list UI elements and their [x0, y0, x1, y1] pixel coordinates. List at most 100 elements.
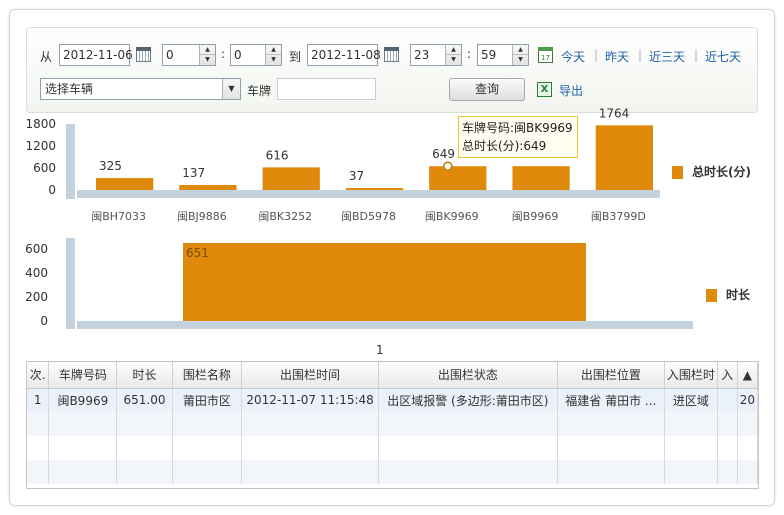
- chart1-x-tick-label: 闽B3799D: [591, 210, 646, 223]
- chart1-data-label: 649: [432, 147, 455, 161]
- pager-page-number[interactable]: 1: [376, 343, 384, 357]
- table-cell: 福建省 莆田市 ...: [557, 388, 665, 412]
- chart1-y-tick-label: 1800: [25, 117, 56, 131]
- chart2-y-tick-label: 400: [25, 266, 48, 280]
- empty-cell: [664, 460, 718, 484]
- chart-tooltip: 车牌号码:闽BK9969 总时长(分):649: [458, 116, 578, 158]
- table-cell: 20: [737, 388, 758, 412]
- chart1-legend: 总时长(分): [672, 163, 751, 180]
- column-header[interactable]: 车牌号码: [48, 362, 118, 389]
- empty-cell: [378, 412, 558, 436]
- empty-cell: [48, 460, 118, 484]
- column-header[interactable]: ▲: [737, 362, 758, 389]
- empty-cell: [241, 460, 379, 484]
- empty-cell: [717, 436, 738, 460]
- chart1-x-tick-label: 闽BJ9886: [177, 210, 227, 223]
- chart2-legend: 时长: [706, 286, 750, 303]
- column-header[interactable]: 入: [717, 362, 738, 389]
- table-cell: 闽B9969: [48, 388, 118, 412]
- empty-cell: [27, 412, 50, 436]
- table-row[interactable]: 1 闽B9969 651.00 莆田市区 2012-11-07 11:15:48 出区域报…: [27, 388, 758, 412]
- chart2-y-axis: [66, 238, 75, 329]
- empty-row: [27, 460, 758, 484]
- chart1-bar: [96, 178, 154, 190]
- table-cell: 出区域报警 (多边形:莆田市区): [378, 388, 558, 412]
- empty-cell: [557, 412, 665, 436]
- empty-cell: [172, 436, 243, 460]
- table-cell: 2012-11-07 11:15:48: [241, 388, 379, 412]
- column-header[interactable]: 出围栏状态: [378, 362, 558, 389]
- legend-swatch: [706, 289, 717, 302]
- empty-row: [27, 412, 758, 436]
- table-cell: 进区域: [664, 388, 718, 412]
- empty-cell: [172, 412, 243, 436]
- chart1-y-axis: [66, 124, 75, 199]
- table-header-row: 次. 车牌号码 时长 围栏名称 出围栏时间 出围栏状态 出围栏位置 入围栏时入 ▲: [27, 362, 758, 389]
- empty-cell: [737, 412, 758, 436]
- chart1-x-tick-label: 闽BH7033: [91, 210, 146, 223]
- chart1-data-label: 616: [266, 148, 289, 162]
- empty-cell: [737, 460, 758, 484]
- chart2-data-label: 651: [186, 246, 209, 260]
- chart2-x-axis: [77, 321, 693, 329]
- chart1-x-tick-label: 闽BK9969: [425, 210, 479, 223]
- chart1-y-tick-label: 1200: [25, 139, 56, 153]
- chart1-data-label: 1764: [599, 106, 630, 120]
- tooltip-plate: 车牌号码:闽BK9969: [462, 121, 573, 135]
- tooltip-duration: 总时长(分):649: [462, 139, 547, 153]
- chart2-legend-label: 时长: [726, 288, 751, 302]
- empty-cell: [241, 412, 379, 436]
- chart1-x-axis: [77, 190, 660, 198]
- chart1-bar: [179, 184, 237, 190]
- empty-cell: [737, 436, 758, 460]
- column-header[interactable]: 出围栏时间: [241, 362, 379, 389]
- chart2-y-tick-label: 200: [25, 290, 48, 304]
- chart1-bar: [595, 125, 653, 190]
- empty-cell: [241, 436, 379, 460]
- chart1-highlight-point: [443, 161, 453, 171]
- table-cell: [717, 388, 738, 412]
- chart2-y-tick-label: 0: [40, 314, 48, 328]
- empty-cell: [27, 460, 50, 484]
- empty-row: [27, 436, 758, 460]
- empty-cell: [557, 436, 665, 460]
- chart1-data-label: 325: [99, 159, 122, 173]
- chart1-bar: [429, 166, 487, 190]
- empty-cell: [378, 436, 558, 460]
- table-cell: 1: [27, 388, 50, 412]
- empty-cell: [48, 436, 118, 460]
- empty-cell: [378, 460, 558, 484]
- chart1-y-tick-label: 600: [33, 161, 56, 175]
- chart1-x-tick-label: 闽B9969: [512, 210, 559, 223]
- empty-cell: [116, 460, 173, 484]
- table-cell: 莆田市区: [172, 388, 243, 412]
- column-header[interactable]: 时长: [116, 362, 173, 389]
- chart1-bar: [345, 188, 404, 190]
- chart1-data-label: 137: [182, 166, 205, 180]
- empty-cell: [717, 460, 738, 484]
- column-header[interactable]: 次.: [27, 362, 50, 389]
- chart1-data-label: 37: [349, 169, 364, 183]
- chart1-bar: [262, 167, 320, 190]
- empty-cell: [116, 412, 173, 436]
- empty-cell: [717, 412, 738, 436]
- chart1-bar: [512, 166, 570, 190]
- empty-cell: [664, 436, 718, 460]
- empty-cell: [172, 460, 243, 484]
- table-cell: 651.00: [116, 388, 173, 412]
- chart1-x-tick-label: 闽BD5978: [341, 210, 396, 223]
- column-header[interactable]: 入围栏时: [664, 362, 718, 389]
- empty-cell: [557, 460, 665, 484]
- column-header[interactable]: 围栏名称: [172, 362, 243, 389]
- chart1-x-tick-label: 闽BK3252: [258, 210, 312, 223]
- empty-cell: [48, 412, 118, 436]
- empty-cell: [664, 412, 718, 436]
- fence-records-table: 次. 车牌号码 时长 围栏名称 出围栏时间 出围栏状态 出围栏位置 入围栏时入 ▲ 1 闽B996…: [26, 361, 759, 489]
- column-header[interactable]: 出围栏位置: [557, 362, 665, 389]
- chart2-y-tick-label: 600: [25, 242, 48, 256]
- empty-cell: [27, 436, 50, 460]
- chart1-legend-label: 总时长(分): [692, 165, 751, 179]
- chart2-bar: [183, 243, 586, 321]
- legend-swatch: [672, 166, 683, 179]
- chart1-y-tick-label: 0: [48, 183, 56, 197]
